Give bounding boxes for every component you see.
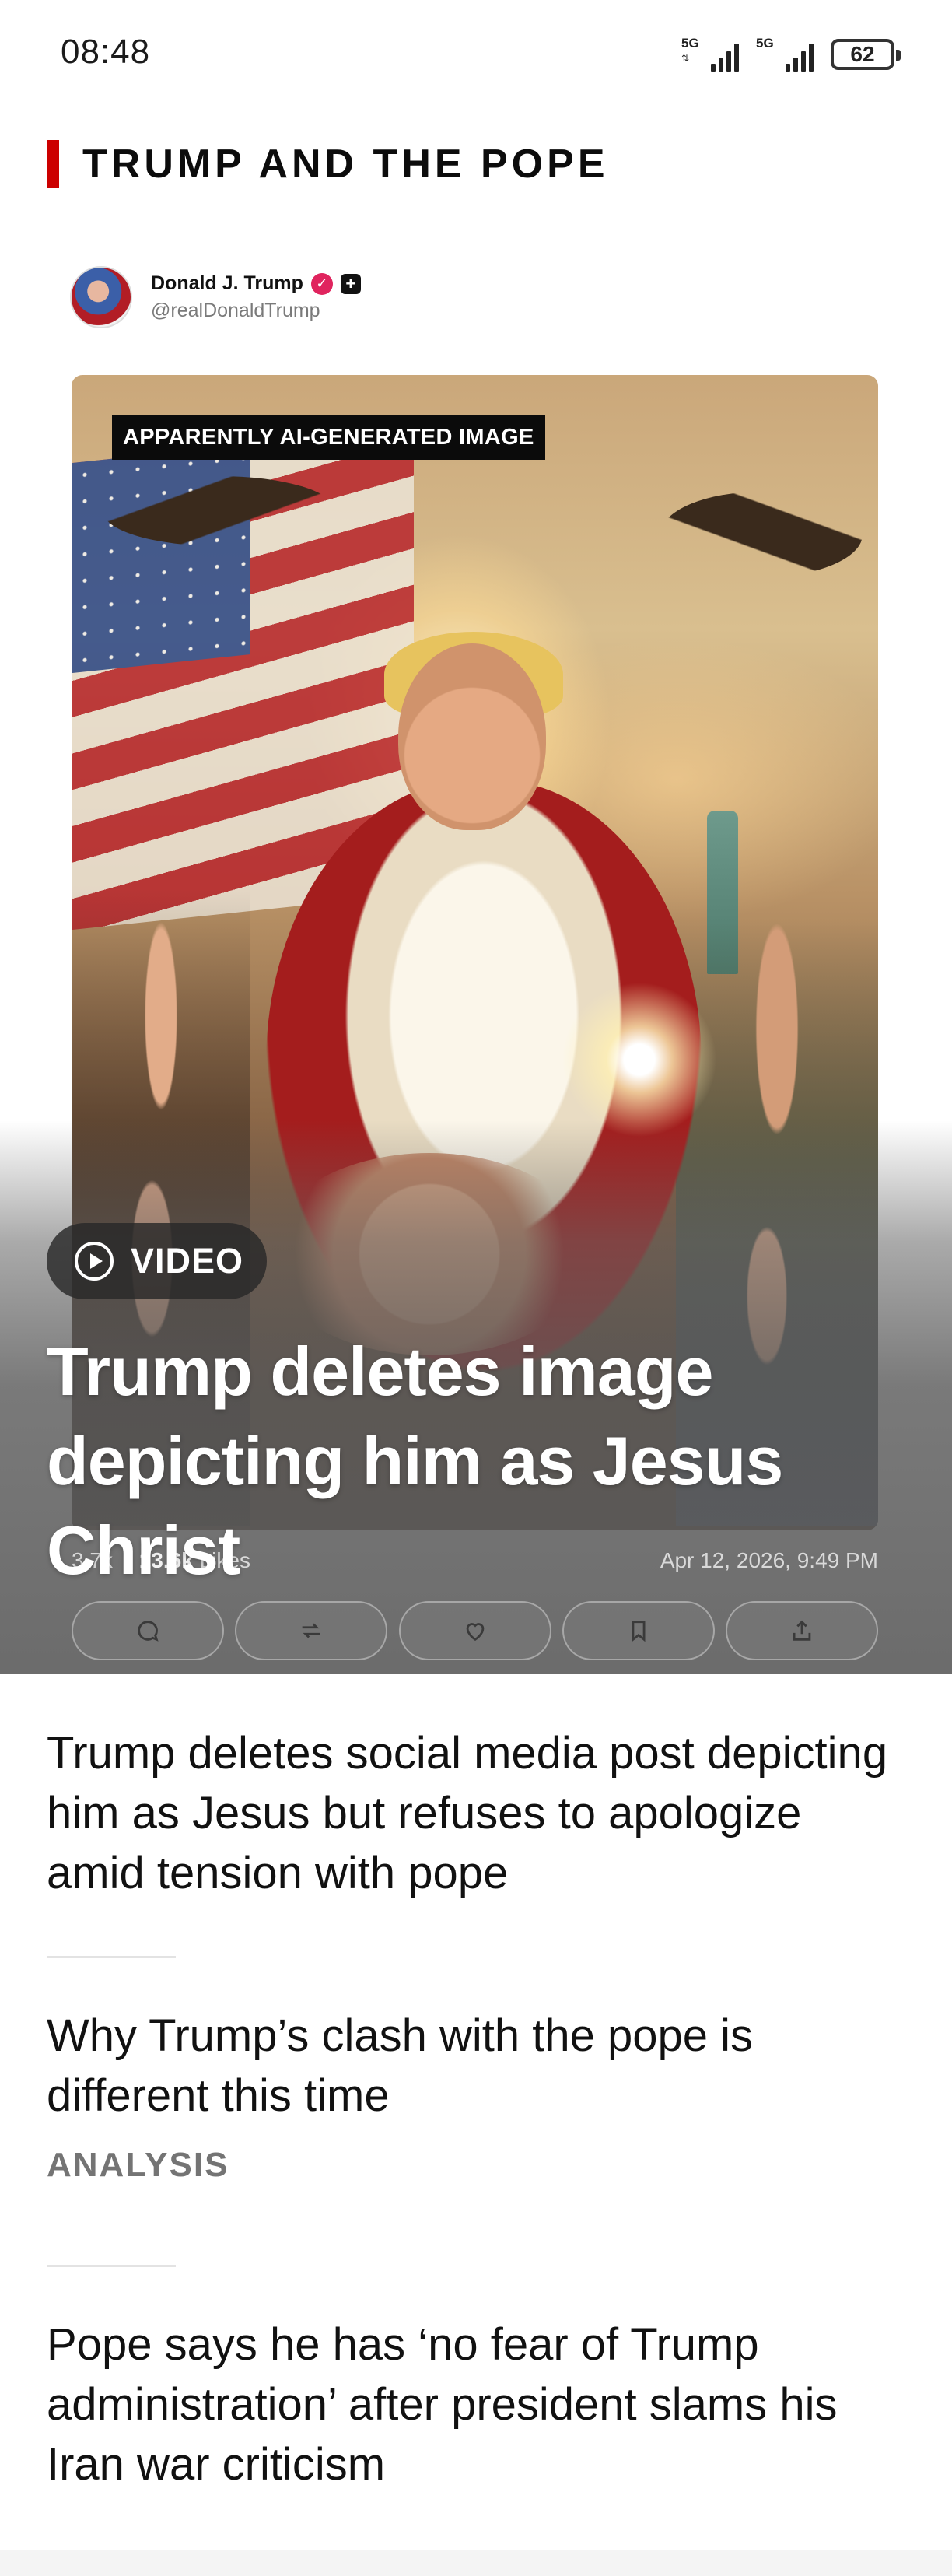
- tweet-actions: [72, 1601, 878, 1660]
- section-title: TRUMP AND THE POPE: [82, 142, 609, 187]
- tweet-author: Donald J. Trump ✓ + @realDonaldTrump: [70, 266, 361, 328]
- divider: [47, 2265, 176, 2267]
- battery-level: 62: [850, 42, 875, 66]
- video-badge-label: VIDEO: [131, 1241, 244, 1281]
- article-headline[interactable]: Trump deletes social media post depictin…: [47, 1723, 910, 1903]
- bookmark-icon: [632, 1621, 646, 1642]
- image-eagle-right: [660, 492, 863, 577]
- repost-icon: [302, 1623, 320, 1638]
- page: 08:48 5G ⇅ 5G 62 TRUMP AND THE POPE Dona…: [0, 0, 952, 2576]
- divider: [47, 1956, 176, 1958]
- ai-generated-label: APPARENTLY AI-GENERATED IMAGE: [112, 415, 545, 460]
- status-time: 08:48: [61, 33, 151, 71]
- network-type-label-2: 5G: [756, 36, 774, 51]
- avatar: [70, 266, 132, 328]
- bookmark-button[interactable]: [562, 1601, 715, 1660]
- hero-headline[interactable]: Trump deletes image depicting him as Jes…: [47, 1327, 910, 1595]
- network-type-label: 5G: [681, 36, 699, 51]
- reply-button[interactable]: [72, 1601, 224, 1660]
- image-figure-head: [398, 643, 546, 830]
- signal-bars-icon: [711, 44, 739, 72]
- verified-badge-icon: ✓: [310, 272, 333, 295]
- article-headline[interactable]: Why Trump’s clash with the pope is diffe…: [47, 2006, 910, 2126]
- image-eagle-left: [103, 476, 336, 546]
- list-item[interactable]: Why Trump’s clash with the pope is diffe…: [47, 2006, 910, 2185]
- signal-icon: 5G ⇅: [681, 36, 739, 73]
- signal-icon-2: 5G: [756, 36, 814, 73]
- share-button[interactable]: [726, 1601, 878, 1660]
- share-icon: [793, 1620, 811, 1641]
- analysis-label: ANALYSIS: [47, 2146, 229, 2184]
- section-accent-bar: [47, 140, 59, 188]
- signal-bars-icon-2: [786, 44, 814, 72]
- section-header: TRUMP AND THE POPE: [47, 140, 609, 188]
- repost-button[interactable]: [235, 1601, 388, 1660]
- author-name: Donald J. Trump: [151, 272, 303, 294]
- list-item[interactable]: Trump deletes social media post depictin…: [47, 1723, 910, 1903]
- author-name-row: Donald J. Trump ✓ +: [151, 272, 361, 295]
- status-bar: 08:48 5G ⇅ 5G 62: [0, 0, 952, 109]
- list-item[interactable]: Pope says he has ‘no fear of Trump admin…: [47, 2315, 910, 2494]
- reply-icon: [138, 1621, 159, 1642]
- like-button[interactable]: [398, 1601, 551, 1660]
- bottom-edge: [0, 2550, 952, 2576]
- data-arrows-icon: ⇅: [681, 53, 690, 64]
- play-icon: [75, 1242, 114, 1281]
- battery-icon: 62: [831, 39, 901, 70]
- status-icons: 5G ⇅ 5G 62: [681, 36, 901, 73]
- add-icon: +: [340, 273, 361, 294]
- video-badge[interactable]: VIDEO: [47, 1223, 268, 1299]
- hero-story-card[interactable]: Donald J. Trump ✓ + @realDonaldTrump APP…: [0, 226, 952, 1674]
- image-light-glow: [562, 982, 717, 1137]
- author-text: Donald J. Trump ✓ + @realDonaldTrump: [151, 272, 361, 322]
- article-headline[interactable]: Pope says he has ‘no fear of Trump admin…: [47, 2315, 910, 2494]
- like-icon: [466, 1623, 484, 1642]
- author-handle: @realDonaldTrump: [151, 300, 320, 321]
